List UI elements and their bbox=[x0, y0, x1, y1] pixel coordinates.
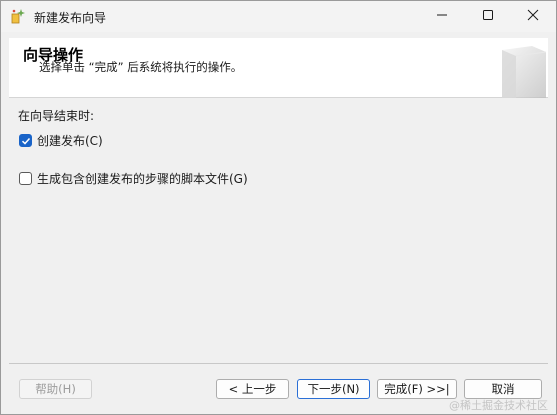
page-subtitle: 选择单击 “完成” 后系统将执行的操作。 bbox=[39, 60, 243, 74]
wizard-star-icon bbox=[10, 8, 26, 24]
maximize-icon bbox=[482, 9, 494, 24]
finish-button[interactable]: 完成(F) >>| bbox=[377, 379, 457, 399]
close-button[interactable] bbox=[510, 1, 556, 32]
generate-script-checkbox-row[interactable]: 生成包含创建发布的步骤的脚本文件(G) bbox=[19, 170, 248, 187]
close-icon bbox=[527, 9, 539, 24]
cancel-button[interactable]: 取消 bbox=[464, 379, 542, 399]
create-publication-label[interactable]: 创建发布(C) bbox=[37, 132, 103, 149]
minimize-icon bbox=[436, 9, 448, 24]
glass-cube-icon bbox=[488, 42, 548, 98]
help-button[interactable]: 帮助(H) bbox=[19, 379, 92, 399]
wizard-header: 向导操作 选择单击 “完成” 后系统将执行的操作。 bbox=[9, 38, 548, 98]
wizard-window: 新建发布向导 向导操作 选择单击 “完成” 后系统将执行的操作。 在向导结束时:… bbox=[0, 0, 557, 415]
section-label: 在向导结束时: bbox=[18, 109, 95, 123]
watermark: @稀土掘金技术社区 bbox=[449, 399, 548, 412]
footer-divider bbox=[9, 363, 548, 364]
generate-script-checkbox[interactable] bbox=[19, 172, 32, 185]
maximize-button[interactable] bbox=[465, 1, 511, 32]
create-publication-checkbox[interactable] bbox=[19, 134, 32, 147]
check-icon bbox=[21, 137, 30, 145]
previous-button[interactable]: < 上一步 bbox=[216, 379, 289, 399]
minimize-button[interactable] bbox=[419, 1, 465, 32]
generate-script-label[interactable]: 生成包含创建发布的步骤的脚本文件(G) bbox=[37, 170, 248, 187]
window-title: 新建发布向导 bbox=[34, 11, 107, 25]
next-button[interactable]: 下一步(N) bbox=[297, 379, 370, 399]
create-publication-checkbox-row[interactable]: 创建发布(C) bbox=[19, 132, 103, 149]
title-bar[interactable]: 新建发布向导 bbox=[1, 1, 556, 32]
